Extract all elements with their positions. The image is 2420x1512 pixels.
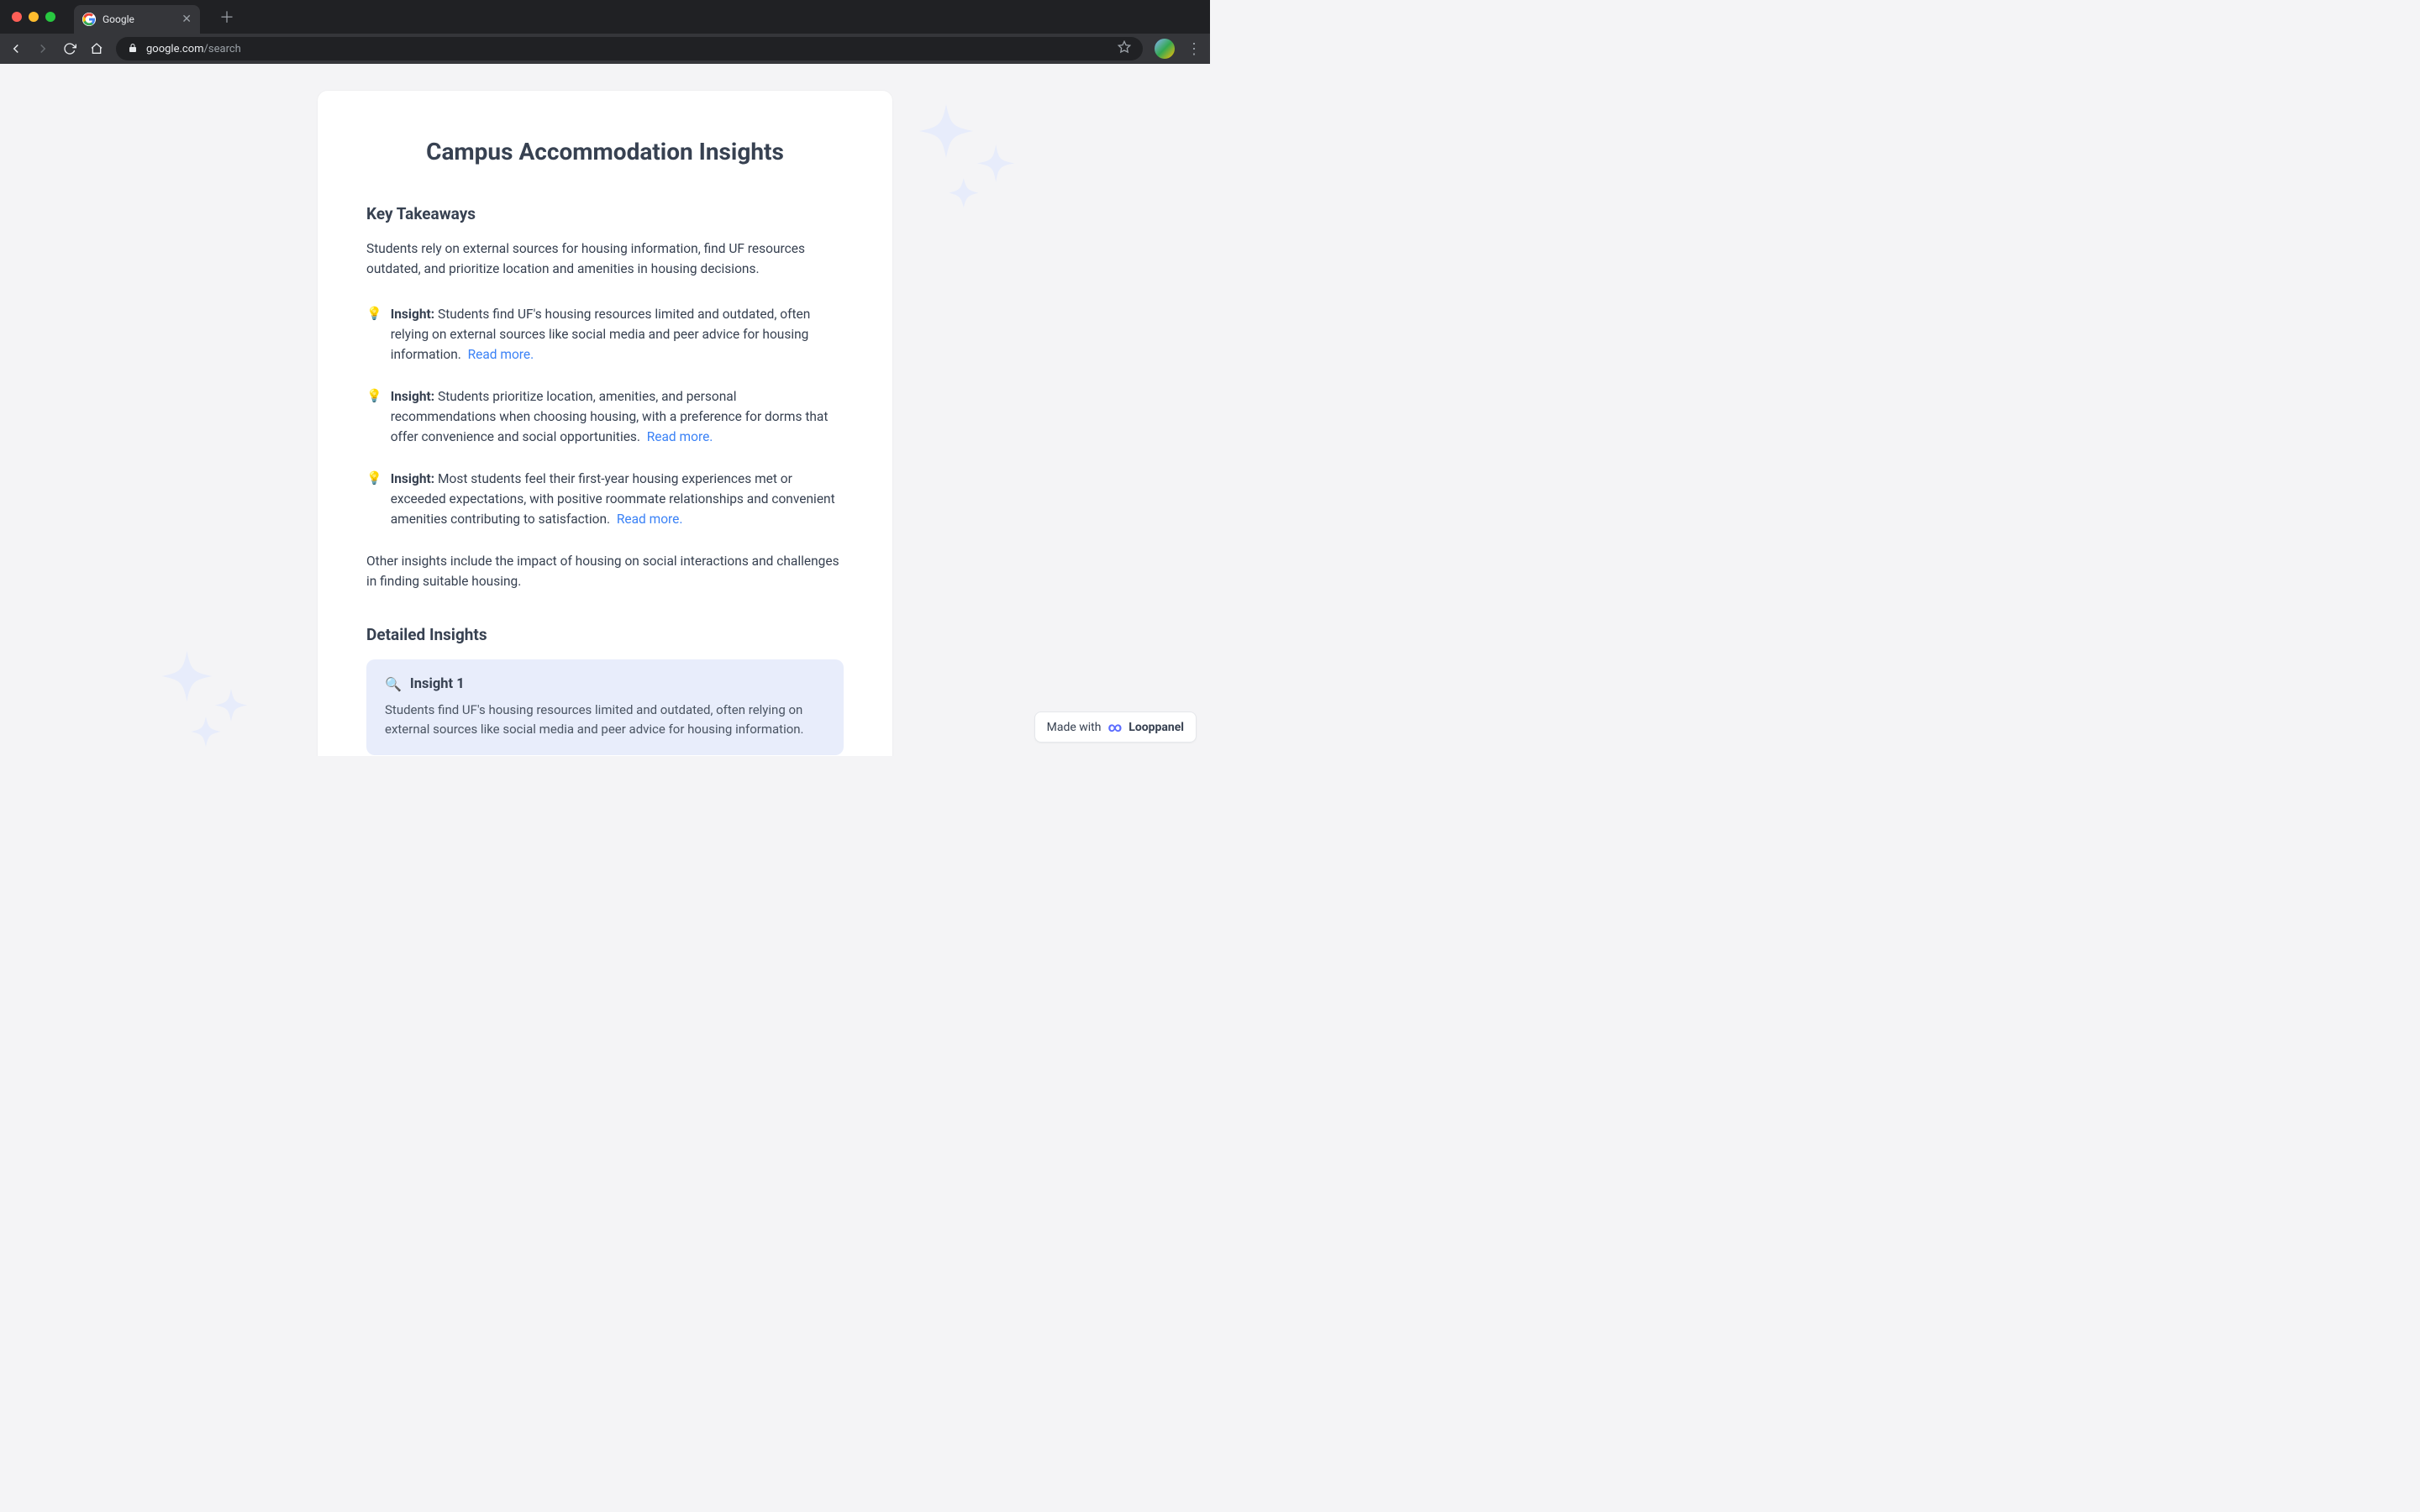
url-path: /search xyxy=(204,43,241,55)
tab-strip: Google ✕ ＋ xyxy=(0,0,1210,34)
profile-avatar[interactable] xyxy=(1155,39,1175,59)
insight-item: 💡 Insight: Most students feel their firs… xyxy=(366,469,844,529)
read-more-link[interactable]: Read more. xyxy=(617,512,683,527)
made-with-brand: Looppanel xyxy=(1128,721,1184,734)
minimize-window-button[interactable] xyxy=(29,12,39,22)
back-button[interactable] xyxy=(8,41,24,56)
lightbulb-icon: 💡 xyxy=(366,304,382,365)
close-window-button[interactable] xyxy=(12,12,22,22)
page-viewport: Campus Accommodation Insights Key Takeaw… xyxy=(0,64,1210,756)
insight-label: Insight: xyxy=(391,389,434,404)
tab-title: Google xyxy=(103,13,175,25)
url-host: google.com xyxy=(146,43,204,55)
bookmark-icon[interactable] xyxy=(1118,40,1131,57)
new-tab-button[interactable]: ＋ xyxy=(215,5,239,29)
overflow-menu-icon[interactable]: ⋮ xyxy=(1186,40,1202,58)
close-tab-icon[interactable]: ✕ xyxy=(182,13,192,26)
maximize-window-button[interactable] xyxy=(45,12,55,22)
insight-text: Students find UF's housing resources lim… xyxy=(391,307,811,362)
sparkle-decoration-left xyxy=(143,638,269,756)
detail-card-body: Students find UF's housing resources lim… xyxy=(385,701,825,738)
page-title: Campus Accommodation Insights xyxy=(366,138,844,165)
key-takeaways-heading: Key Takeaways xyxy=(366,204,844,223)
insight-item: 💡 Insight: Students prioritize location,… xyxy=(366,386,844,447)
insight-text: Most students feel their first-year hous… xyxy=(391,471,835,527)
read-more-link[interactable]: Read more. xyxy=(468,347,534,362)
browser-toolbar: google.com/search ⋮ xyxy=(0,34,1210,64)
detailed-insights-heading: Detailed Insights xyxy=(366,625,844,644)
detail-card-header: 🔍 Insight 1 xyxy=(385,676,825,692)
google-favicon xyxy=(82,13,96,26)
content-card: Campus Accommodation Insights Key Takeaw… xyxy=(318,91,892,756)
insight-body: Insight: Most students feel their first-… xyxy=(391,469,844,529)
url-text: google.com/search xyxy=(146,43,241,55)
detail-card-title: Insight 1 xyxy=(410,676,465,692)
made-with-badge[interactable]: Made with ∞ Looppanel xyxy=(1034,711,1197,743)
sparkle-decoration-right xyxy=(899,97,1034,232)
insight-label: Insight: xyxy=(391,307,434,322)
lock-icon xyxy=(128,43,138,55)
insight-label: Insight: xyxy=(391,471,434,486)
lightbulb-icon: 💡 xyxy=(366,386,382,447)
browser-tab[interactable]: Google ✕ xyxy=(74,5,200,34)
home-button[interactable] xyxy=(89,41,104,56)
lightbulb-icon: 💡 xyxy=(366,469,382,529)
other-insights-text: Other insights include the impact of hou… xyxy=(366,551,844,591)
infinity-icon: ∞ xyxy=(1107,719,1122,735)
made-with-prefix: Made with xyxy=(1047,721,1102,734)
read-more-link[interactable]: Read more. xyxy=(647,429,713,444)
summary-text: Students rely on external sources for ho… xyxy=(366,239,844,279)
magnifier-icon: 🔍 xyxy=(385,676,402,692)
insight-body: Insight: Students prioritize location, a… xyxy=(391,386,844,447)
window-controls xyxy=(0,12,55,22)
address-bar[interactable]: google.com/search xyxy=(116,37,1143,60)
reload-button[interactable] xyxy=(62,41,77,56)
insight-body: Insight: Students find UF's housing reso… xyxy=(391,304,844,365)
detail-insight-card: 🔍 Insight 1 Students find UF's housing r… xyxy=(366,659,844,755)
insight-text: Students prioritize location, amenities,… xyxy=(391,389,829,444)
insight-item: 💡 Insight: Students find UF's housing re… xyxy=(366,304,844,365)
forward-button[interactable] xyxy=(35,41,50,56)
